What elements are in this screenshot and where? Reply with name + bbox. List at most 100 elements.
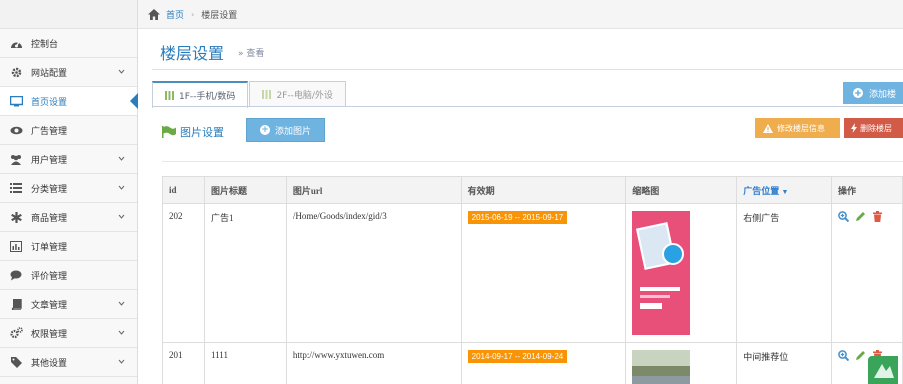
- home-icon: [148, 8, 160, 20]
- flag-icon: [162, 126, 176, 138]
- add-floor-label: 添加楼: [869, 89, 897, 100]
- desktop-icon: [9, 94, 23, 108]
- sidebar-shortcuts: [0, 0, 137, 29]
- sidebar-item-review-management[interactable]: 评价管理: [0, 261, 137, 290]
- cell-position: 右侧广告: [736, 203, 832, 343]
- sidebar-item-product-management[interactable]: 商品管理: [0, 203, 137, 232]
- date-badge: 2014-09-17 -- 2014-09-24: [467, 350, 568, 363]
- column-header-period: 有效期: [460, 176, 627, 204]
- sidebar-item-dashboard[interactable]: 控制台: [0, 29, 137, 58]
- edit-floor-button[interactable]: 修改楼层信息: [755, 118, 840, 138]
- cell-thumbnail: [625, 342, 738, 384]
- column-header-id: id: [162, 176, 205, 204]
- asterisk-icon: [9, 210, 23, 224]
- gear-icon: [9, 65, 23, 79]
- date-badge: 2015-06-19 -- 2015-09-17: [467, 211, 568, 224]
- image-table: id 图片标题 图片url 有效期 缩略图 广告位置 ▼ 操作 202 广告1 …: [162, 176, 903, 384]
- column-header-thumbnail: 缩略图: [625, 176, 738, 204]
- section-title: 图片设置: [180, 126, 224, 139]
- breadcrumb-home-link[interactable]: 首页: [166, 8, 184, 21]
- sidebar: 控制台 网站配置 首页设置 广告管理 用户管理 分类管理 商品管理 订单管理 评…: [0, 0, 138, 384]
- tab-label: 1F--手机/数码: [179, 92, 236, 102]
- tab-floor-1[interactable]: 1F--手机/数码: [152, 81, 249, 108]
- add-floor-button[interactable]: 添加楼: [843, 82, 903, 104]
- sidebar-item-category-management[interactable]: 分类管理: [0, 174, 137, 203]
- chevron-down-icon: [118, 214, 125, 219]
- sidebar-item-label: 其他设置: [31, 358, 68, 369]
- sidebar-item-label: 控制台: [31, 39, 59, 50]
- edit-floor-label: 修改楼层信息: [777, 123, 825, 133]
- column-header-position[interactable]: 广告位置 ▼: [736, 176, 832, 204]
- thumbnail-image[interactable]: [632, 211, 691, 335]
- thumbnail-image[interactable]: [632, 350, 691, 384]
- sidebar-item-label: 用户管理: [31, 155, 68, 166]
- warning-icon: [763, 123, 773, 133]
- watermark-logo: [868, 356, 898, 384]
- column-header-actions: 操作: [830, 176, 903, 204]
- pencil-icon[interactable]: [855, 211, 866, 222]
- plus-circle-icon: +: [259, 125, 270, 135]
- cell-url: /Home/Goods/index/gid/3: [285, 203, 462, 343]
- sidebar-item-label: 订单管理: [31, 242, 68, 253]
- tag-icon: [9, 355, 23, 369]
- cell-title: 广告1: [203, 203, 287, 343]
- chevron-down-icon: [118, 330, 125, 335]
- zoom-in-icon[interactable]: [838, 350, 849, 361]
- sidebar-item-other-settings[interactable]: 其他设置: [0, 348, 137, 377]
- bar-chart-icon: [9, 239, 23, 253]
- page-subtitle: » 查看: [238, 49, 265, 59]
- sidebar-item-homepage-settings[interactable]: 首页设置: [0, 87, 138, 116]
- column-header-title: 图片标题: [203, 176, 287, 204]
- sidebar-item-label: 权限管理: [31, 329, 68, 340]
- cell-period: 2014-09-17 -- 2014-09-24: [460, 342, 627, 384]
- tab-floor-2[interactable]: 2F--电脑/外设: [249, 81, 346, 107]
- bolt-icon: [851, 123, 857, 133]
- sidebar-item-site-config[interactable]: 网站配置: [0, 58, 137, 87]
- sidebar-item-order-management[interactable]: 订单管理: [0, 232, 137, 261]
- sidebar-item-article-management[interactable]: 文章管理: [0, 290, 137, 319]
- chevron-down-icon: [118, 359, 125, 364]
- sidebar-item-label: 文章管理: [31, 300, 68, 311]
- sidebar-item-label: 分类管理: [31, 184, 68, 195]
- cell-url: http://www.yxtuwen.com: [285, 342, 462, 384]
- cell-thumbnail: [625, 203, 738, 343]
- sort-caret-icon: ▼: [781, 187, 789, 196]
- list-icon: [9, 181, 23, 195]
- cell-actions: [830, 203, 903, 343]
- tab-label: 2F--电脑/外设: [276, 91, 333, 101]
- sidebar-item-label: 评价管理: [31, 271, 68, 282]
- divider: [162, 161, 903, 162]
- eye-icon: [9, 123, 23, 137]
- tab-grip-icon: [262, 90, 272, 99]
- pencil-icon[interactable]: [855, 350, 866, 361]
- tab-grip-icon: [165, 91, 174, 100]
- chevron-down-icon: [118, 301, 125, 306]
- table-row: 201 1111 http://www.yxtuwen.com 2014-09-…: [162, 342, 903, 384]
- cell-period: 2015-06-19 -- 2015-09-17: [460, 203, 627, 343]
- cell-title: 1111: [203, 342, 287, 384]
- book-icon: [9, 297, 23, 311]
- sidebar-item-label: 广告管理: [31, 126, 68, 137]
- breadcrumb-current: 楼层设置: [201, 10, 238, 21]
- users-icon: [9, 152, 23, 166]
- sidebar-item-user-management[interactable]: 用户管理: [0, 145, 137, 174]
- column-header-url: 图片url: [285, 176, 462, 204]
- plus-circle-icon: [853, 88, 863, 98]
- chevron-down-icon: [118, 156, 125, 161]
- cogs-icon: [9, 326, 23, 340]
- sidebar-item-permission-management[interactable]: 权限管理: [0, 319, 137, 348]
- cell-position: 中间推荐位: [736, 342, 832, 384]
- add-image-button[interactable]: + 添加图片: [246, 118, 325, 142]
- trash-icon[interactable]: [872, 211, 883, 222]
- delete-floor-label: 删除楼层: [860, 123, 892, 133]
- cell-id: 201: [162, 342, 205, 384]
- sidebar-item-label: 首页设置: [31, 97, 68, 108]
- sidebar-item-ad-management[interactable]: 广告管理: [0, 116, 137, 145]
- delete-floor-button[interactable]: 删除楼层: [844, 118, 903, 138]
- column-header-position-label: 广告位置: [743, 185, 780, 196]
- zoom-in-icon[interactable]: [838, 211, 849, 222]
- tab-underline: [152, 106, 903, 107]
- page-title: 楼层设置: [160, 44, 225, 63]
- dashboard-icon: [9, 36, 23, 50]
- breadcrumb: 首页 › 楼层设置: [138, 0, 903, 29]
